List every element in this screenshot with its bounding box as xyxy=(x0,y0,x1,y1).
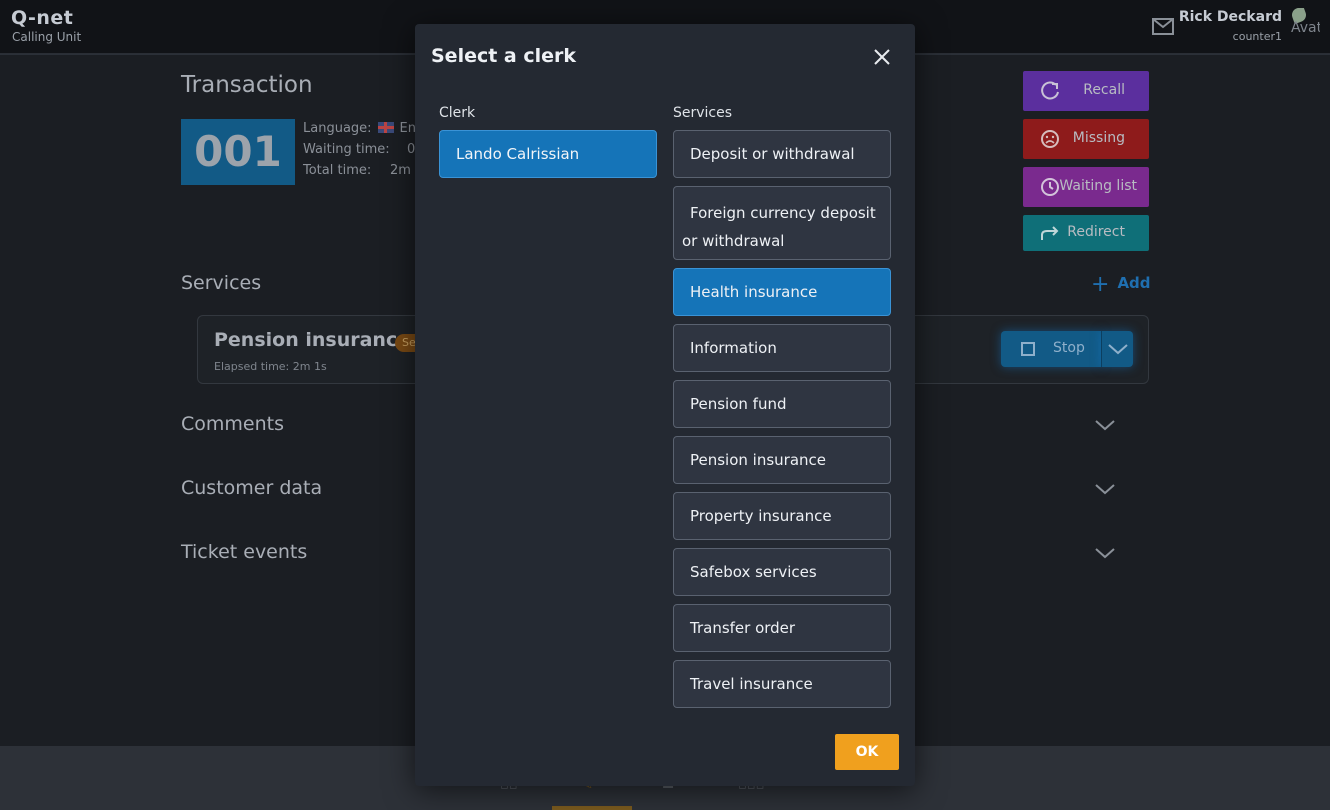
redirect-button[interactable]: Redirect xyxy=(1023,215,1149,251)
uk-flag-icon xyxy=(377,122,394,133)
app-logo: Q-net xyxy=(11,7,74,29)
services-heading: Services xyxy=(181,272,262,294)
clerk-option[interactable]: Lando Calrissian xyxy=(439,130,657,178)
close-icon[interactable] xyxy=(873,48,891,66)
current-service-name: Pension insurance xyxy=(214,329,411,351)
service-option-deposit[interactable]: Deposit or withdrawal xyxy=(673,130,891,178)
comments-heading[interactable]: Comments xyxy=(181,413,284,435)
user-name[interactable]: Rick Deckard xyxy=(1179,9,1282,25)
chevron-down-icon xyxy=(1108,344,1128,355)
stop-button[interactable]: Stop xyxy=(1001,331,1101,367)
counter-name: counter1 xyxy=(1232,30,1282,43)
stop-square-icon xyxy=(1021,342,1035,356)
ticket-number: 001 xyxy=(181,119,295,185)
service-option-pension-insurance[interactable]: Pension insurance xyxy=(673,436,891,484)
recall-button[interactable]: Recall xyxy=(1023,71,1149,111)
service-option-foreign-currency[interactable]: Foreign currency deposit or withdrawal xyxy=(673,186,891,260)
waiting-list-button[interactable]: Waiting list xyxy=(1023,167,1149,207)
service-option-information[interactable]: Information xyxy=(673,324,891,372)
avatar[interactable]: Avat xyxy=(1290,8,1320,38)
missing-button[interactable]: Missing xyxy=(1023,119,1149,159)
mail-icon[interactable] xyxy=(1152,18,1174,35)
service-option-health-insurance[interactable]: Health insurance xyxy=(673,268,891,316)
customer-data-heading[interactable]: Customer data xyxy=(181,477,322,499)
elapsed-time: Elapsed time: 2m 1s xyxy=(214,360,327,373)
language-row: Language: En xyxy=(303,121,416,136)
app-subtitle: Calling Unit xyxy=(12,30,82,44)
service-option-property-insurance[interactable]: Property insurance xyxy=(673,492,891,540)
stop-dropdown-button[interactable] xyxy=(1101,331,1133,367)
clerk-column-heading: Clerk xyxy=(439,105,476,121)
page-title: Transaction xyxy=(181,72,313,98)
add-service-button[interactable]: + Add xyxy=(1091,272,1151,297)
service-option-transfer-order[interactable]: Transfer order xyxy=(673,604,891,652)
customer-data-chevron-down-icon[interactable] xyxy=(1094,482,1116,496)
ticket-events-heading[interactable]: Ticket events xyxy=(181,541,307,563)
service-option-safebox[interactable]: Safebox services xyxy=(673,548,891,596)
dialog-title: Select a clerk xyxy=(431,45,577,67)
service-option-travel-insurance[interactable]: Travel insurance xyxy=(673,660,891,708)
service-option-pension-fund[interactable]: Pension fund xyxy=(673,380,891,428)
total-time-row: Total time: 2m 4 xyxy=(303,163,424,178)
waiting-time-row: Waiting time: 0 xyxy=(303,142,416,157)
services-column-heading: Services xyxy=(673,105,733,121)
ok-button[interactable]: OK xyxy=(835,734,899,770)
comments-chevron-down-icon[interactable] xyxy=(1094,418,1116,432)
ticket-events-chevron-down-icon[interactable] xyxy=(1094,546,1116,560)
active-tab-indicator xyxy=(552,806,632,810)
select-clerk-dialog: Select a clerk Clerk Services Lando Calr… xyxy=(415,24,915,786)
plus-icon: + xyxy=(1091,272,1110,297)
